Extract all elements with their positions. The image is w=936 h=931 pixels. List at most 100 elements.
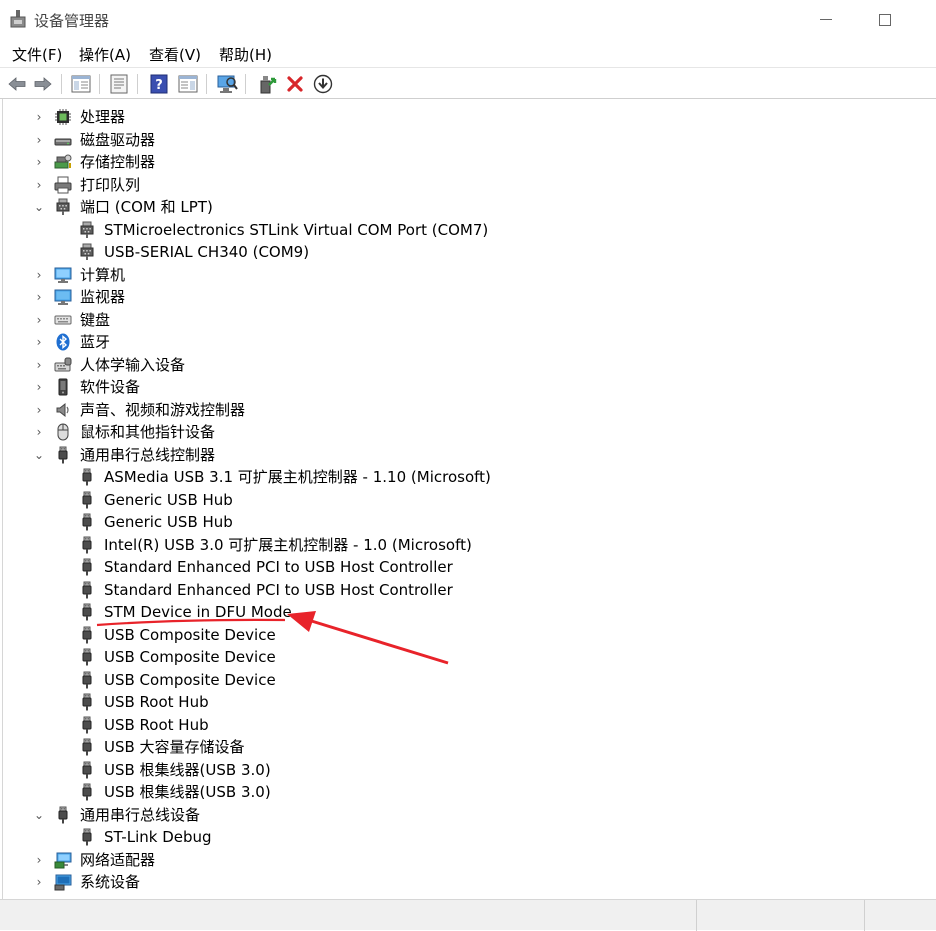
- tree-device[interactable]: USB 大容量存储设备: [3, 736, 933, 758]
- tree-item-label[interactable]: USB Composite Device: [104, 647, 276, 667]
- tree-item-label[interactable]: USB Root Hub: [104, 692, 209, 712]
- expand-chevron-icon[interactable]: ›: [33, 267, 45, 283]
- back-arrow-icon[interactable]: [6, 73, 28, 95]
- tree-item-label[interactable]: 网络适配器: [80, 850, 155, 870]
- tree-device[interactable]: USB-SERIAL CH340 (COM9): [3, 241, 933, 263]
- tree-item-label[interactable]: 声音、视频和游戏控制器: [80, 400, 245, 420]
- tree-device[interactable]: STM Device in DFU Mode: [3, 601, 933, 623]
- tree-device[interactable]: USB Root Hub: [3, 691, 933, 713]
- show-hide-console-tree-icon[interactable]: [70, 73, 92, 95]
- tree-device[interactable]: USB Composite Device: [3, 624, 933, 646]
- tree-item-label[interactable]: Generic USB Hub: [104, 512, 233, 532]
- tree-item-label[interactable]: USB 根集线器(USB 3.0): [104, 782, 271, 802]
- tree-device[interactable]: USB Root Hub: [3, 714, 933, 736]
- tree-category[interactable]: › 打印队列: [3, 174, 933, 196]
- expand-chevron-icon[interactable]: ›: [33, 334, 45, 350]
- tree-device[interactable]: Standard Enhanced PCI to USB Host Contro…: [3, 579, 933, 601]
- tree-item-label[interactable]: 系统设备: [80, 872, 140, 892]
- menu-action[interactable]: 操作(A): [79, 44, 131, 65]
- maximize-button[interactable]: [870, 6, 900, 32]
- tree-item-label[interactable]: STMicroelectronics STLink Virtual COM Po…: [104, 220, 488, 240]
- tree-item-label[interactable]: Generic USB Hub: [104, 490, 233, 510]
- tree-device[interactable]: Intel(R) USB 3.0 可扩展主机控制器 - 1.0 (Microso…: [3, 534, 933, 556]
- tree-device[interactable]: Generic USB Hub: [3, 489, 933, 511]
- tree-item-label[interactable]: 软件设备: [80, 377, 140, 397]
- tree-item-label[interactable]: 键盘: [80, 310, 110, 330]
- tree-device[interactable]: USB 根集线器(USB 3.0): [3, 781, 933, 803]
- tree-item-label[interactable]: 人体学输入设备: [80, 355, 185, 375]
- expand-chevron-icon[interactable]: ›: [33, 424, 45, 440]
- help-icon[interactable]: ?: [148, 73, 170, 95]
- expand-chevron-icon[interactable]: ›: [33, 177, 45, 193]
- tree-category[interactable]: › 监视器: [3, 286, 933, 308]
- tree-item-label[interactable]: 磁盘驱动器: [80, 130, 155, 150]
- tree-category[interactable]: › 鼠标和其他指针设备: [3, 421, 933, 443]
- tree-device[interactable]: USB Composite Device: [3, 669, 933, 691]
- update-driver-icon[interactable]: [256, 73, 278, 95]
- expand-chevron-icon[interactable]: ›: [33, 402, 45, 418]
- tree-category[interactable]: › 计算机: [3, 264, 933, 286]
- expand-chevron-icon[interactable]: ›: [33, 132, 45, 148]
- tree-category[interactable]: › 软件设备: [3, 376, 933, 398]
- tree-item-label[interactable]: USB Composite Device: [104, 625, 276, 645]
- expand-chevron-icon[interactable]: ›: [33, 312, 45, 328]
- tree-device[interactable]: STMicroelectronics STLink Virtual COM Po…: [3, 219, 933, 241]
- tree-category[interactable]: › 磁盘驱动器: [3, 129, 933, 151]
- tree-device[interactable]: Generic USB Hub: [3, 511, 933, 533]
- expand-chevron-icon[interactable]: ›: [33, 852, 45, 868]
- tree-item-label[interactable]: USB 根集线器(USB 3.0): [104, 760, 271, 780]
- menu-file[interactable]: 文件(F): [12, 44, 62, 65]
- expand-chevron-icon[interactable]: ›: [33, 874, 45, 890]
- tree-item-label[interactable]: Intel(R) USB 3.0 可扩展主机控制器 - 1.0 (Microso…: [104, 535, 472, 555]
- menu-help[interactable]: 帮助(H): [219, 44, 272, 65]
- tree-item-label[interactable]: 存储控制器: [80, 152, 155, 172]
- expand-chevron-icon[interactable]: ›: [33, 357, 45, 373]
- tree-item-label[interactable]: 打印队列: [80, 175, 140, 195]
- tree-item-label[interactable]: 处理器: [80, 107, 125, 127]
- tree-device[interactable]: USB Composite Device: [3, 646, 933, 668]
- tree-item-label[interactable]: Standard Enhanced PCI to USB Host Contro…: [104, 580, 453, 600]
- expand-chevron-icon[interactable]: ›: [33, 289, 45, 305]
- forward-arrow-icon[interactable]: [32, 73, 54, 95]
- expand-chevron-icon[interactable]: ›: [33, 379, 45, 395]
- tree-item-label[interactable]: 计算机: [80, 265, 125, 285]
- expand-chevron-icon[interactable]: ›: [33, 154, 45, 170]
- tree-item-label[interactable]: USB 大容量存储设备: [104, 737, 245, 757]
- tree-device[interactable]: ASMedia USB 3.1 可扩展主机控制器 - 1.10 (Microso…: [3, 466, 933, 488]
- tree-item-label[interactable]: USB Composite Device: [104, 670, 276, 690]
- tree-item-label[interactable]: 鼠标和其他指针设备: [80, 422, 215, 442]
- tree-item-label[interactable]: USB-SERIAL CH340 (COM9): [104, 242, 309, 262]
- collapse-chevron-icon[interactable]: ⌄: [33, 199, 45, 215]
- tree-item-label[interactable]: 通用串行总线控制器: [80, 445, 215, 465]
- tree-device[interactable]: Standard Enhanced PCI to USB Host Contro…: [3, 556, 933, 578]
- highlighted-device-label[interactable]: STM Device in DFU Mode: [104, 602, 292, 622]
- tree-item-label[interactable]: ASMedia USB 3.1 可扩展主机控制器 - 1.10 (Microso…: [104, 467, 491, 487]
- action-pane-icon[interactable]: [177, 73, 199, 95]
- download-icon[interactable]: [312, 73, 334, 95]
- tree-item-label[interactable]: ST-Link Debug: [104, 827, 212, 847]
- expand-chevron-icon[interactable]: ›: [33, 109, 45, 125]
- tree-category[interactable]: › 键盘: [3, 309, 933, 331]
- tree-category[interactable]: › 系统设备: [3, 871, 933, 893]
- tree-item-label[interactable]: 端口 (COM 和 LPT): [80, 197, 213, 217]
- menu-view[interactable]: 查看(V): [149, 44, 201, 65]
- properties-icon[interactable]: [108, 73, 130, 95]
- uninstall-device-icon[interactable]: [284, 73, 306, 95]
- tree-category[interactable]: › 声音、视频和游戏控制器: [3, 399, 933, 421]
- tree-item-label[interactable]: Standard Enhanced PCI to USB Host Contro…: [104, 557, 453, 577]
- collapse-chevron-icon[interactable]: ⌄: [33, 447, 45, 463]
- tree-item-label[interactable]: USB Root Hub: [104, 715, 209, 735]
- tree-item-label[interactable]: 蓝牙: [80, 332, 110, 352]
- tree-category[interactable]: › 网络适配器: [3, 849, 933, 871]
- tree-category[interactable]: › 处理器: [3, 106, 933, 128]
- tree-item-label[interactable]: 监视器: [80, 287, 125, 307]
- tree-category[interactable]: ⌄ 通用串行总线设备: [3, 804, 933, 826]
- tree-category[interactable]: › 蓝牙: [3, 331, 933, 353]
- minimize-button[interactable]: [812, 6, 842, 32]
- scan-hardware-icon[interactable]: [216, 73, 238, 95]
- tree-category[interactable]: › 存储控制器: [3, 151, 933, 173]
- tree-category[interactable]: ⌄ 通用串行总线控制器: [3, 444, 933, 466]
- tree-device[interactable]: ST-Link Debug: [3, 826, 933, 848]
- tree-category[interactable]: ⌄ 端口 (COM 和 LPT): [3, 196, 933, 218]
- tree-category[interactable]: › 人体学输入设备: [3, 354, 933, 376]
